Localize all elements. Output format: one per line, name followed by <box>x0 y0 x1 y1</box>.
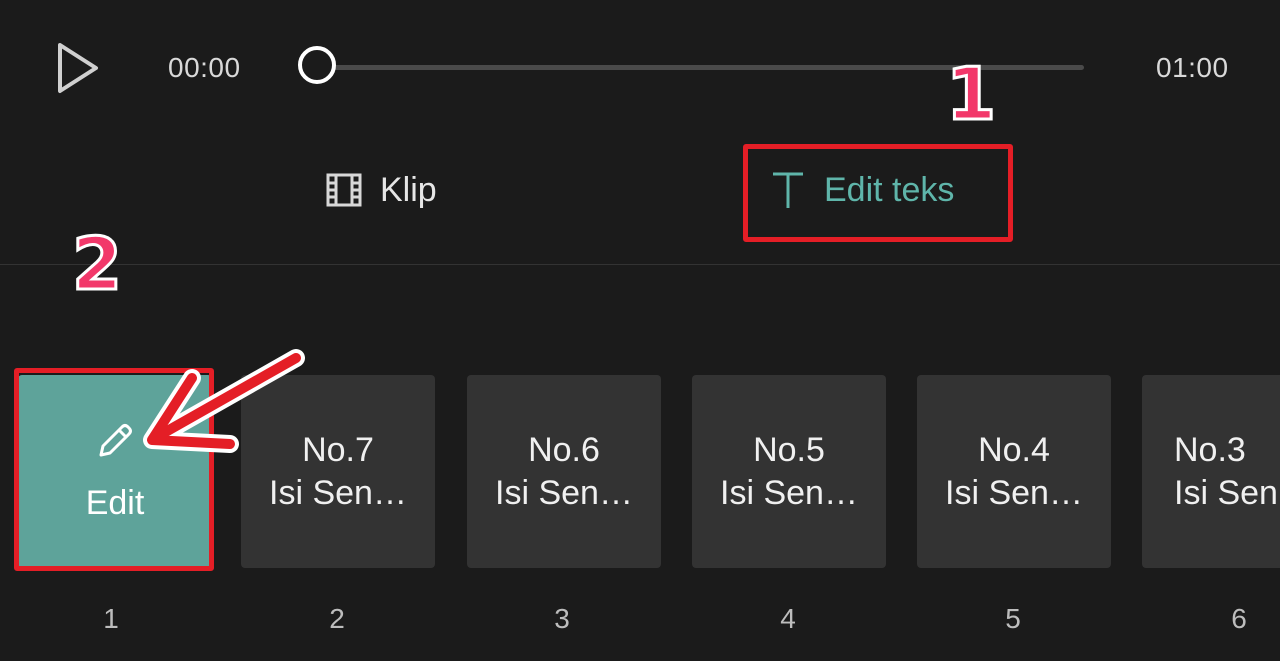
tab-klip[interactable]: Klip <box>326 168 437 212</box>
progress-thumb[interactable] <box>298 46 336 84</box>
arrow-icon <box>143 349 305 453</box>
text-card-title: No.5 <box>753 430 825 469</box>
card-index: 6 <box>1231 603 1247 634</box>
card-index: 1 <box>103 603 119 634</box>
current-time: 00:00 <box>168 52 241 83</box>
film-icon <box>326 173 362 207</box>
step-number-1: 1 <box>944 52 997 136</box>
text-card-subtitle: Isi Sen… <box>269 473 407 512</box>
text-card-title: No.7 <box>302 430 374 469</box>
text-card-3[interactable]: No.6 Isi Sen… <box>467 375 661 568</box>
highlight-box-edit-teks <box>743 144 1013 242</box>
tab-klip-label: Klip <box>380 170 437 209</box>
text-card-5[interactable]: No.4 Isi Sen… <box>917 375 1111 568</box>
total-time: 01:00 <box>1156 52 1229 83</box>
text-card-subtitle: Isi Sen… <box>945 473 1083 512</box>
text-card-subtitle: Isi Sen… <box>495 473 633 512</box>
text-card-4[interactable]: No.5 Isi Sen… <box>692 375 886 568</box>
divider <box>0 264 1280 265</box>
text-card-title: No.4 <box>978 430 1050 469</box>
text-card-6[interactable]: No.3 Isi Sen <box>1142 375 1280 568</box>
play-button[interactable] <box>52 40 104 96</box>
card-index: 5 <box>1005 603 1021 634</box>
play-icon <box>58 43 98 93</box>
text-card-subtitle: Isi Sen <box>1174 473 1278 512</box>
step-number-2: 2 <box>70 222 123 306</box>
card-index: 4 <box>780 603 796 634</box>
card-index: 2 <box>329 603 345 634</box>
text-card-title: No.6 <box>528 430 600 469</box>
text-card-title: No.3 <box>1174 430 1246 469</box>
card-index: 3 <box>554 603 570 634</box>
text-card-subtitle: Isi Sen… <box>720 473 858 512</box>
